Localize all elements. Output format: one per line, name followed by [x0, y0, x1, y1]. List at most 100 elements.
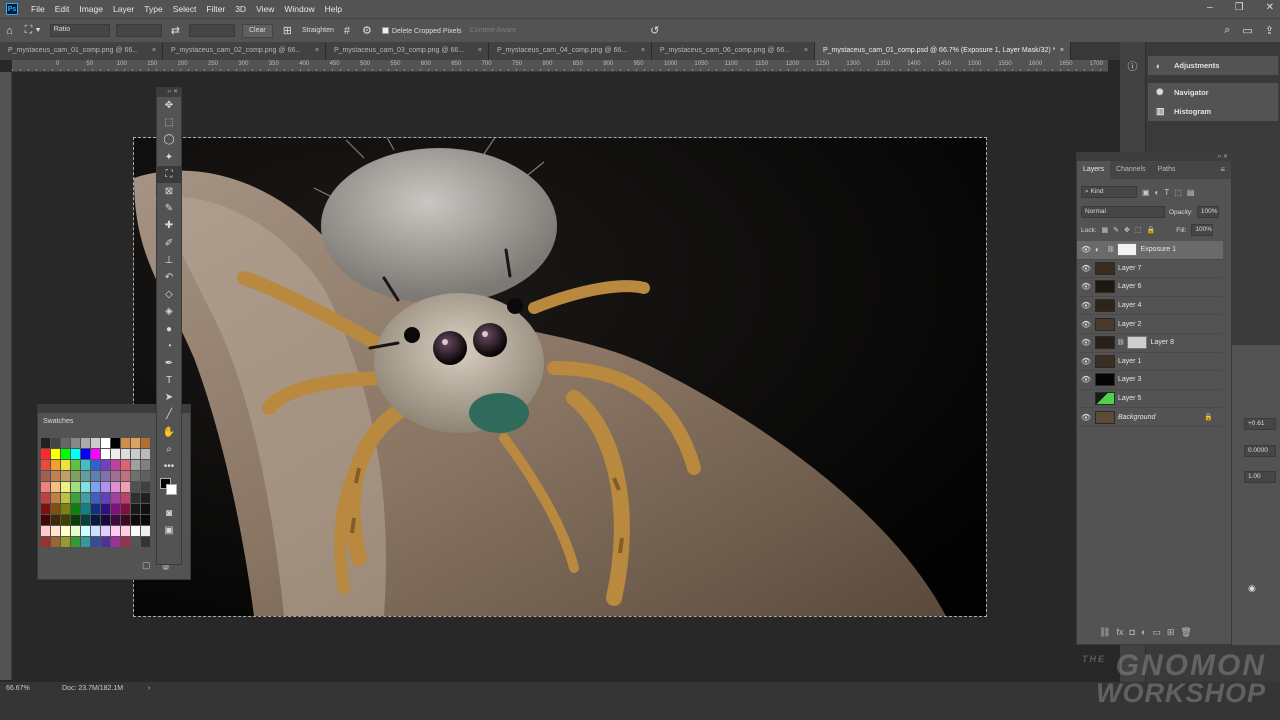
share-icon[interactable]: ⇪ — [1265, 24, 1274, 37]
content-aware-checkbox[interactable]: Content-Aware — [470, 27, 517, 34]
swatch-cell[interactable] — [51, 471, 60, 481]
swatch-cell[interactable] — [51, 482, 60, 492]
eye-icon[interactable]: 👁 — [1077, 282, 1095, 291]
histogram-panel-button[interactable]: ▥ Histogram — [1148, 102, 1278, 121]
dodge-tool-icon[interactable]: ◔ — [157, 338, 181, 355]
swatch-cell[interactable] — [51, 449, 60, 459]
layer-mask-thumbnail[interactable] — [1126, 336, 1147, 350]
tab-layers[interactable]: Layers — [1077, 161, 1111, 179]
swatch-cell[interactable] — [141, 504, 150, 514]
swatch-cell[interactable] — [111, 526, 120, 536]
new-adjustment-icon[interactable]: ◐ — [1141, 627, 1146, 638]
swatch-cell[interactable] — [71, 449, 80, 459]
new-layer-icon[interactable]: ⊞ — [1167, 627, 1175, 638]
link-icon[interactable]: ⛓ — [1117, 339, 1125, 346]
layer-row-layer-2[interactable]: 👁 Layer 2 — [1077, 315, 1223, 334]
swatch-cell[interactable] — [121, 438, 130, 448]
swatch-cell[interactable] — [141, 526, 150, 536]
swatch-cell[interactable] — [121, 515, 130, 525]
gamma-value-field[interactable]: 1.00 — [1244, 471, 1276, 483]
eye-icon[interactable]: 👁 — [1077, 357, 1095, 366]
eraser-tool-icon[interactable]: ◇ — [157, 286, 181, 303]
menu-help[interactable]: Help — [320, 4, 347, 14]
close-tab-icon[interactable]: × — [804, 47, 808, 60]
restore-icon[interactable]: ❐ — [1235, 2, 1244, 13]
swatch-cell[interactable] — [141, 493, 150, 503]
swatch-cell[interactable] — [41, 526, 50, 536]
swatch-cell[interactable] — [131, 471, 140, 481]
lasso-tool-icon[interactable]: ◯ — [157, 131, 181, 148]
tab-cam-06-png[interactable]: P_mystaceus_cam_06_comp.png @ 66... × — [652, 42, 815, 60]
close-window-icon[interactable]: ✕ — [1266, 2, 1274, 13]
swatch-cell[interactable] — [61, 471, 70, 481]
swatch-cell[interactable] — [61, 504, 70, 514]
swatch-cell[interactable] — [91, 526, 100, 536]
swatch-cell[interactable] — [111, 515, 120, 525]
eyedropper-tool-icon[interactable]: ✎ — [157, 200, 181, 217]
zoom-tool-icon[interactable]: ⌕ — [157, 441, 181, 458]
swatch-cell[interactable] — [141, 482, 150, 492]
crop-handle-bottom-right[interactable] — [981, 611, 986, 616]
swatch-cell[interactable] — [61, 526, 70, 536]
eye-icon[interactable]: 👁 — [1077, 245, 1095, 254]
close-tab-icon[interactable]: × — [478, 47, 482, 60]
swatch-cell[interactable] — [51, 493, 60, 503]
swatch-cell[interactable] — [121, 471, 130, 481]
exposure-value-field[interactable]: +0.61 — [1244, 418, 1276, 430]
swatch-cell[interactable] — [71, 471, 80, 481]
swatch-cell[interactable] — [111, 460, 120, 470]
swatch-cell[interactable] — [71, 526, 80, 536]
filter-pixel-icon[interactable]: ▣ — [1142, 188, 1150, 197]
visibility-icon[interactable]: ◉ — [1248, 583, 1256, 594]
swap-icon[interactable]: ⇄ — [171, 24, 180, 37]
swatch-cell[interactable] — [71, 537, 80, 547]
swatch-cell[interactable] — [101, 449, 110, 459]
swatch-cell[interactable] — [61, 537, 70, 547]
swatch-cell[interactable] — [91, 504, 100, 514]
horizontal-ruler[interactable]: 0 50 100 150 200 250 300 350 400 450 500 550 600 650 7… — [12, 60, 1108, 72]
swatch-cell[interactable] — [121, 460, 130, 470]
swatch-cell[interactable] — [101, 537, 110, 547]
stamp-tool-icon[interactable]: ⊥ — [157, 252, 181, 269]
more-tools-icon[interactable]: ••• — [157, 458, 181, 475]
eye-icon[interactable]: 👁 — [1077, 413, 1095, 422]
swatch-cell[interactable] — [91, 537, 100, 547]
swatch-cell[interactable] — [91, 449, 100, 459]
history-brush-tool-icon[interactable]: ↶ — [157, 269, 181, 286]
filter-type-icon[interactable]: T — [1164, 188, 1169, 197]
swatch-cell[interactable] — [141, 449, 150, 459]
swatch-cell[interactable] — [101, 493, 110, 503]
swatch-cell[interactable] — [71, 482, 80, 492]
swatch-cell[interactable] — [101, 460, 110, 470]
close-tab-icon[interactable]: × — [1060, 47, 1064, 60]
crop-handle-bottom-left[interactable] — [134, 611, 139, 616]
vertical-ruler[interactable] — [0, 72, 12, 680]
swatch-cell[interactable] — [121, 482, 130, 492]
menu-image[interactable]: Image — [74, 4, 108, 14]
swatch-cell[interactable] — [61, 493, 70, 503]
quick-mask-icon[interactable]: ◙ — [157, 505, 181, 522]
straighten-icon[interactable]: ⊞ — [283, 24, 292, 37]
overlay-grid-icon[interactable]: # — [344, 25, 350, 37]
swatch-cell[interactable] — [81, 526, 90, 536]
document-canvas[interactable] — [133, 137, 987, 617]
swatch-cell[interactable] — [41, 504, 50, 514]
layer-row-layer-6[interactable]: 👁 Layer 6 — [1077, 278, 1223, 297]
color-swatch-icon[interactable] — [157, 475, 181, 505]
hand-tool-icon[interactable]: ✋ — [157, 424, 181, 441]
crop-handle-top-left[interactable] — [134, 138, 139, 143]
swatch-cell[interactable] — [101, 482, 110, 492]
menu-type[interactable]: Type — [139, 4, 167, 14]
layers-panel-header[interactable]: ›› ✕ — [1077, 153, 1231, 161]
swatch-cell[interactable] — [131, 438, 140, 448]
layer-row-exposure-1[interactable]: 👁 ◐ ⛓ Exposure 1 — [1077, 241, 1223, 260]
tab-cam-01-png[interactable]: P_mystaceus_cam_01_comp.png @ 66... × — [0, 42, 163, 60]
clear-button[interactable]: Clear — [242, 23, 273, 38]
menu-3d[interactable]: 3D — [230, 4, 251, 14]
swatch-cell[interactable] — [81, 537, 90, 547]
swatch-cell[interactable] — [51, 526, 60, 536]
swatch-cell[interactable] — [131, 537, 140, 547]
delete-cropped-checkbox[interactable]: Delete Cropped Pixels — [381, 26, 462, 35]
swatch-cell[interactable] — [141, 438, 150, 448]
straighten-label[interactable]: Straighten — [302, 27, 334, 34]
